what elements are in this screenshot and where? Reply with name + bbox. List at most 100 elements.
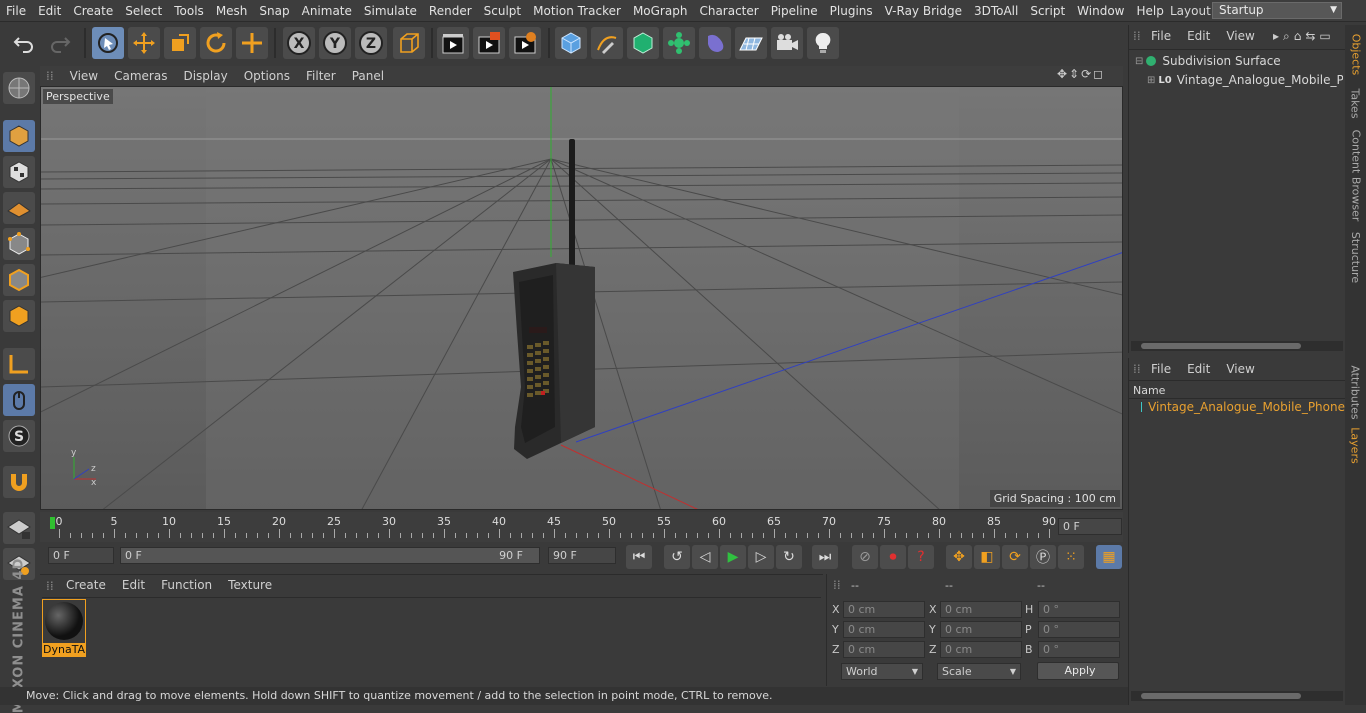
- menu-help[interactable]: Help: [1130, 4, 1169, 18]
- snap-button[interactable]: S: [3, 420, 35, 452]
- coordinate-system-button[interactable]: [393, 27, 425, 59]
- key-scale-button[interactable]: ◧: [974, 545, 1000, 569]
- object-menu-edit[interactable]: Edit: [1187, 29, 1210, 43]
- move-button[interactable]: [128, 27, 160, 59]
- key-param-button[interactable]: Ⓟ: [1030, 545, 1056, 569]
- coord-rot-field[interactable]: 0 °: [1038, 621, 1120, 638]
- next-key-button[interactable]: ↻: [776, 545, 802, 569]
- viewport-menu-view[interactable]: View: [62, 69, 106, 83]
- make-editable-button[interactable]: [3, 72, 35, 104]
- viewport-menu-display[interactable]: Display: [175, 69, 235, 83]
- tab-objects[interactable]: Objects: [1347, 29, 1364, 79]
- floor-button[interactable]: [735, 27, 767, 59]
- key-rotation-button[interactable]: ⟳: [1002, 545, 1028, 569]
- recent-tool-button[interactable]: [236, 27, 268, 59]
- coord-size-field[interactable]: 0 cm: [940, 641, 1022, 658]
- menu-mesh[interactable]: Mesh: [210, 4, 254, 18]
- timeline-window-button[interactable]: ▦: [1096, 545, 1122, 569]
- rotate-button[interactable]: [200, 27, 232, 59]
- coord-rot-field[interactable]: 0 °: [1038, 641, 1120, 658]
- texture-mode-button[interactable]: [3, 156, 35, 188]
- menu-select[interactable]: Select: [119, 4, 168, 18]
- y-axis-lock-button[interactable]: Y: [319, 27, 351, 59]
- scale-button[interactable]: [164, 27, 196, 59]
- frame-range-slider[interactable]: 0 F 90 F: [120, 547, 540, 564]
- magnet-button[interactable]: [3, 466, 35, 498]
- menu-3dtoall[interactable]: 3DToAll: [968, 4, 1024, 18]
- keyframe-selection-button[interactable]: ?: [908, 545, 934, 569]
- array-button[interactable]: [663, 27, 695, 59]
- viewport[interactable]: y z x Perspective Grid Spacing : 100 cm: [40, 86, 1123, 510]
- menu-file[interactable]: File: [0, 4, 32, 18]
- goto-start-button[interactable]: ⏮: [626, 545, 652, 569]
- play-button[interactable]: ▶: [720, 545, 746, 569]
- coord-pos-field[interactable]: 0 cm: [843, 641, 925, 658]
- start-frame-field[interactable]: 0 F: [48, 547, 114, 564]
- layer-row[interactable]: Vintage_Analogue_Mobile_Phone: [1141, 400, 1345, 414]
- tweak-mode-button[interactable]: [3, 384, 35, 416]
- end-frame-field[interactable]: 90 F: [548, 547, 616, 564]
- menu-animate[interactable]: Animate: [296, 4, 358, 18]
- locked-workplane-button[interactable]: [3, 512, 35, 544]
- timeline-ruler[interactable]: 0 5 10 15 20 25 30 35 40 45 50 55 60 65 70 75 80 85 90 0 F: [40, 512, 1123, 542]
- menu-plugins[interactable]: Plugins: [824, 4, 879, 18]
- render-view-button[interactable]: [437, 27, 469, 59]
- model-mode-button[interactable]: [3, 120, 35, 152]
- cube-button[interactable]: [555, 27, 587, 59]
- menu-motion-tracker[interactable]: Motion Tracker: [527, 4, 627, 18]
- points-mode-button[interactable]: [3, 228, 35, 260]
- menu-render[interactable]: Render: [423, 4, 478, 18]
- coord-pos-field[interactable]: 0 cm: [843, 601, 925, 618]
- prev-key-button[interactable]: ↺: [664, 545, 690, 569]
- pen-button[interactable]: [591, 27, 623, 59]
- render-picture-viewer-button[interactable]: [473, 27, 505, 59]
- current-frame-field[interactable]: 0 F: [1058, 518, 1122, 535]
- viewport-nav-icons[interactable]: ✥⇕⟳◻: [1057, 67, 1105, 81]
- coord-rot-field[interactable]: 0 °: [1038, 601, 1120, 618]
- apply-button[interactable]: Apply: [1037, 662, 1119, 680]
- edges-mode-button[interactable]: [3, 264, 35, 296]
- live-selection-button[interactable]: [92, 27, 124, 59]
- key-pla-button[interactable]: ⁙: [1058, 545, 1084, 569]
- layer-menu-view[interactable]: View: [1226, 362, 1254, 376]
- material-menu-texture[interactable]: Texture: [228, 578, 272, 592]
- axis-mode-button[interactable]: [3, 348, 35, 380]
- light-button[interactable]: [807, 27, 839, 59]
- layout-select[interactable]: Startup ▼: [1212, 2, 1342, 19]
- menu-window[interactable]: Window: [1071, 4, 1130, 18]
- layer-menu-edit[interactable]: Edit: [1187, 362, 1210, 376]
- menu-mograph[interactable]: MoGraph: [627, 4, 694, 18]
- menu-snap[interactable]: Snap: [253, 4, 295, 18]
- menu-sculpt[interactable]: Sculpt: [478, 4, 527, 18]
- viewport-menu-panel[interactable]: Panel: [344, 69, 392, 83]
- object-scrollbar[interactable]: [1131, 341, 1343, 351]
- autokey-button[interactable]: ⏺: [880, 545, 906, 569]
- key-position-button[interactable]: ✥: [946, 545, 972, 569]
- menu-tools[interactable]: Tools: [168, 4, 210, 18]
- menu-character[interactable]: Character: [693, 4, 764, 18]
- material-menu-function[interactable]: Function: [161, 578, 212, 592]
- tab-structure[interactable]: Structure: [1347, 227, 1364, 287]
- material-menu-edit[interactable]: Edit: [122, 578, 145, 592]
- menu-create[interactable]: Create: [67, 4, 119, 18]
- camera-button[interactable]: [771, 27, 803, 59]
- prev-frame-button[interactable]: ◁: [692, 545, 718, 569]
- object-menu-file[interactable]: File: [1151, 29, 1171, 43]
- menu-v-ray-bridge[interactable]: V-Ray Bridge: [879, 4, 968, 18]
- menu-pipeline[interactable]: Pipeline: [765, 4, 824, 18]
- tab-takes[interactable]: Takes: [1347, 83, 1364, 123]
- size-mode-select[interactable]: Scale ▼: [937, 663, 1021, 680]
- tab-layers[interactable]: Layers: [1347, 423, 1364, 467]
- object-manager-tools[interactable]: ▸⌕⌂⇆▭: [1273, 29, 1335, 44]
- coord-size-field[interactable]: 0 cm: [940, 601, 1022, 618]
- coordinate-mode-select[interactable]: World ▼: [841, 663, 923, 680]
- object-row[interactable]: ⊟ Subdivision Surface: [1135, 54, 1281, 68]
- viewport-menu-options[interactable]: Options: [236, 69, 298, 83]
- z-axis-lock-button[interactable]: Z: [355, 27, 387, 59]
- material-item[interactable]: DynaTA: [42, 599, 86, 657]
- subdivision-button[interactable]: [627, 27, 659, 59]
- workplane-mode-button[interactable]: [3, 192, 35, 224]
- material-menu-create[interactable]: Create: [66, 578, 106, 592]
- undo-button[interactable]: [8, 27, 40, 59]
- record-button[interactable]: ⊘: [852, 545, 878, 569]
